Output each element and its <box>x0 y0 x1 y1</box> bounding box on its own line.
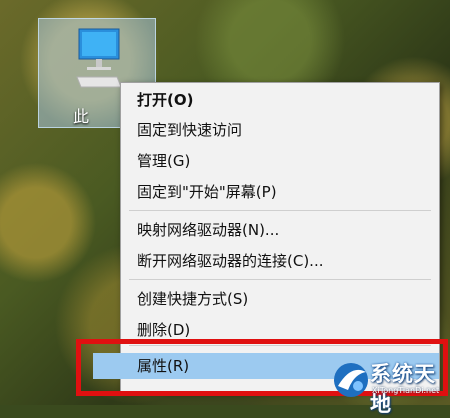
menu-separator <box>129 210 431 211</box>
watermark: 系统天地 XiTongTianDi.net <box>332 356 450 416</box>
menu-item-create-shortcut[interactable]: 创建快捷方式(S) <box>121 286 439 312</box>
menu-separator <box>129 279 431 280</box>
logo-icon <box>334 363 368 397</box>
computer-icon <box>76 28 122 88</box>
menu-item-disconnect-network-drive[interactable]: 断开网络驱动器的连接(C)... <box>121 248 439 274</box>
watermark-url: XiTongTianDi.net <box>372 386 440 395</box>
desktop-icon-label: 此 <box>73 107 90 126</box>
menu-item-map-network-drive[interactable]: 映射网络驱动器(N)... <box>121 217 439 243</box>
menu-item-open[interactable]: 打开(O) <box>121 87 439 113</box>
menu-item-manage[interactable]: 管理(G) <box>121 148 439 174</box>
menu-item-pin-start[interactable]: 固定到"开始"屏幕(P) <box>121 179 439 205</box>
menu-item-pin-quick-access[interactable]: 固定到快速访问 <box>121 117 439 143</box>
